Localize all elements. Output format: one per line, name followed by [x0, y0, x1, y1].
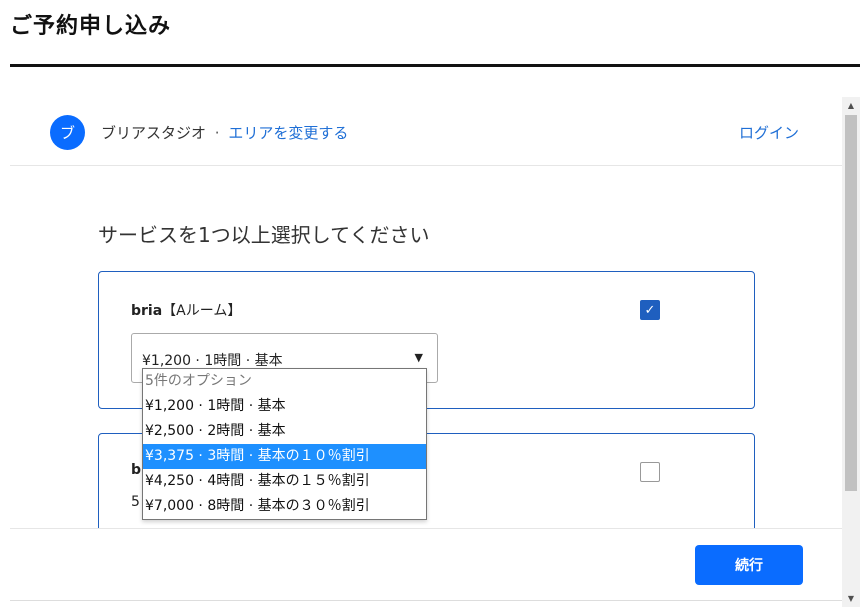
scroll-thumb[interactable] — [845, 115, 857, 491]
option-2-hours[interactable]: ¥2,500 · 2時間 · 基本 — [143, 419, 426, 444]
service-checkbox-checked[interactable]: ✓ — [640, 300, 660, 320]
page-title: ご予約申し込み — [10, 14, 172, 39]
frame-bottom-divider — [10, 600, 842, 601]
studio-name: ブリアスタジオ — [101, 124, 207, 142]
scroll-down-arrow-icon[interactable]: ▼ — [842, 590, 860, 607]
dropdown-arrow-icon: ▼ — [414, 351, 423, 364]
continue-button[interactable]: 続行 — [695, 545, 803, 585]
service-brand-partial: b — [131, 462, 142, 478]
studio-avatar: ブ — [50, 115, 85, 150]
option-1-hour[interactable]: ¥1,200 · 1時間 · 基本 — [143, 394, 426, 419]
section-heading: サービスを1つ以上選択してください — [98, 223, 430, 247]
studio-line: ブリアスタジオ · エリアを変更する — [101, 122, 348, 143]
service-name-partial: b — [131, 462, 141, 478]
service-checkbox-unchecked[interactable] — [640, 462, 660, 482]
scroll-up-arrow-icon[interactable]: ▲ — [842, 97, 860, 114]
booking-header: ブ ブリアスタジオ · エリアを変更する ログイン — [10, 97, 842, 166]
service-brand: bria — [131, 303, 163, 319]
change-area-link[interactable]: エリアを変更する — [228, 124, 348, 142]
booking-frame: ブ ブリアスタジオ · エリアを変更する ログイン サービスを1つ以上選択してく… — [10, 97, 860, 607]
footer-bar: 続行 — [10, 528, 842, 607]
studio-separator: · — [214, 124, 220, 142]
option-group-label: 5件のオプション — [145, 373, 252, 389]
plan-options-dropdown[interactable]: 5件のオプション ¥1,200 · 1時間 · 基本 ¥2,500 · 2時間 … — [142, 368, 427, 520]
title-divider — [10, 64, 860, 67]
option-3-hours[interactable]: ¥3,375 · 3時間 · 基本の１０％割引 — [143, 444, 426, 469]
login-link[interactable]: ログイン — [739, 122, 799, 143]
vertical-scrollbar[interactable]: ▲ ▼ — [842, 97, 860, 607]
service-room: 【Aルーム】 — [162, 303, 242, 319]
plan-select-value: ¥1,200 · 1時間 · 基本 — [142, 353, 283, 369]
service-name: bria【Aルーム】 — [131, 300, 241, 320]
check-icon: ✓ — [644, 302, 656, 318]
option-4-hours[interactable]: ¥4,250 · 4時間 · 基本の１５％割引 — [143, 469, 426, 494]
service-sub-partial: 5 — [131, 494, 140, 510]
option-8-hours[interactable]: ¥7,000 · 8時間 · 基本の３０％割引 — [143, 494, 426, 519]
